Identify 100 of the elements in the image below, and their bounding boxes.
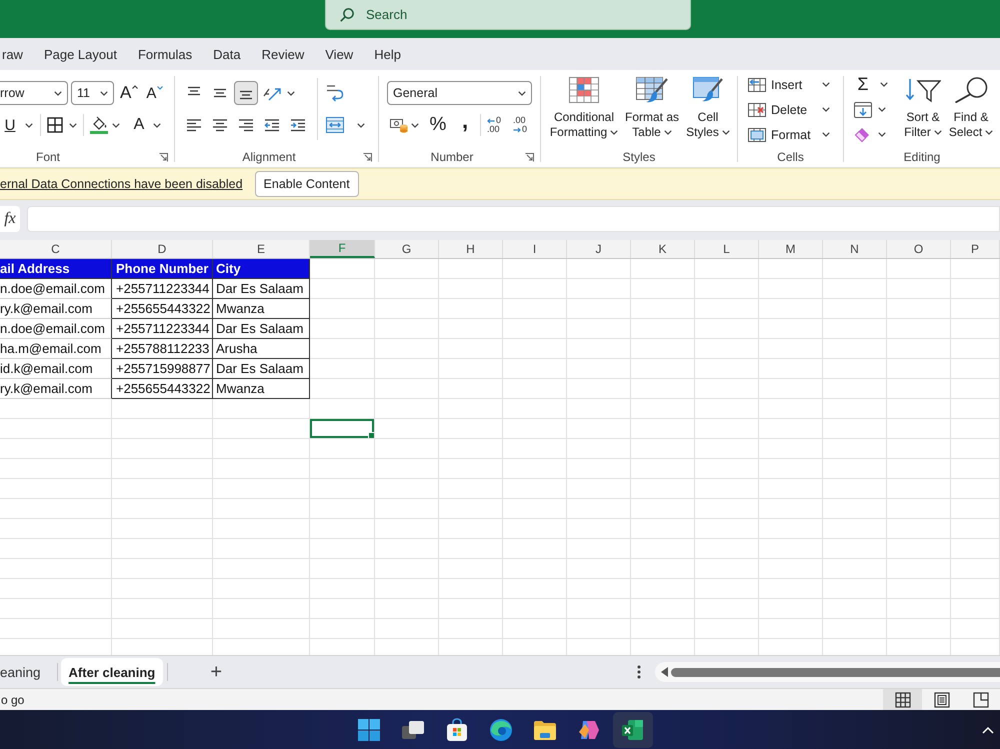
- decrease-decimal-button[interactable]: .00 0: [513, 113, 533, 137]
- cell-styles-button[interactable]: Cell Styles: [682, 70, 734, 140]
- menu-tab[interactable]: Page Layout: [44, 41, 117, 67]
- caret-icon[interactable]: [518, 90, 526, 96]
- sort-filter-button[interactable]: Sort & Filter: [900, 70, 946, 140]
- column-header[interactable]: C: [0, 240, 112, 258]
- caret-icon[interactable]: [25, 122, 33, 128]
- paint-bucket-icon[interactable]: [90, 116, 108, 134]
- enable-content-button[interactable]: Enable Content: [254, 171, 359, 197]
- function-button[interactable]: fx: [0, 206, 20, 232]
- caret-icon[interactable]: [610, 130, 618, 136]
- align-middle-icon: [212, 86, 228, 100]
- caret-icon[interactable]: [878, 132, 886, 137]
- comma-style-button[interactable]: ,: [459, 113, 471, 137]
- arrow-left-icon: [487, 118, 495, 124]
- column-header[interactable]: D: [112, 240, 213, 258]
- percent-button[interactable]: %: [429, 113, 447, 137]
- active-cell[interactable]: [310, 419, 375, 439]
- swirl-icon: [489, 718, 513, 742]
- column-header[interactable]: I: [503, 240, 567, 258]
- column-header[interactable]: O: [887, 240, 951, 258]
- increase-decimal-button[interactable]: 0 .00: [487, 113, 507, 137]
- find-select-button[interactable]: Find & Select: [946, 70, 996, 140]
- search-bar[interactable]: Search: [325, 0, 691, 30]
- caret-icon[interactable]: [411, 122, 419, 128]
- scrollbar-thumb[interactable]: [671, 668, 1000, 676]
- underline-button[interactable]: U: [2, 113, 18, 137]
- horizontal-scrollbar[interactable]: [655, 662, 1000, 682]
- dialog-launcher-icon[interactable]: [159, 152, 168, 162]
- menu-tab[interactable]: raw: [2, 41, 23, 67]
- menu-tab[interactable]: Data: [213, 41, 241, 67]
- vertical-dots-icon[interactable]: [637, 665, 641, 679]
- menu-tab[interactable]: View: [325, 41, 354, 67]
- dialog-launcher-icon[interactable]: [363, 152, 372, 162]
- sheet-tab[interactable]: After cleaning: [60, 658, 164, 686]
- format-cells-button[interactable]: Format: [738, 122, 830, 147]
- autosum-button[interactable]: Σ: [854, 72, 872, 96]
- message-link[interactable]: ernal Data Connections have been disabled: [0, 177, 243, 191]
- search-field[interactable]: Search: [366, 7, 566, 22]
- column-header[interactable]: F: [310, 240, 375, 258]
- font-color-button[interactable]: A: [132, 113, 146, 137]
- scroll-left-icon[interactable]: [661, 667, 668, 677]
- table-cell: Mwanza: [213, 379, 310, 399]
- caret-icon[interactable]: [934, 130, 942, 136]
- fill-handle[interactable]: [368, 432, 374, 438]
- conditional-formatting-button[interactable]: Conditional Formatting: [546, 70, 622, 140]
- menu-tab[interactable]: Review: [262, 41, 304, 67]
- caret-icon[interactable]: [112, 122, 120, 128]
- caret-icon[interactable]: [878, 107, 886, 112]
- column-header[interactable]: N: [823, 240, 887, 258]
- caret-icon[interactable]: [822, 107, 830, 112]
- caret-icon[interactable]: [664, 130, 672, 136]
- number-format-field[interactable]: General: [387, 81, 532, 105]
- caret-icon[interactable]: [822, 82, 830, 87]
- column-header[interactable]: L: [695, 240, 759, 258]
- insert-cells-button[interactable]: Insert: [738, 72, 830, 97]
- caret-icon[interactable]: [100, 90, 108, 96]
- column-header[interactable]: M: [759, 240, 823, 258]
- shrink-font-button[interactable]: A: [146, 81, 164, 105]
- caret-icon[interactable]: [722, 130, 730, 136]
- add-sheet-button[interactable]: +: [206, 659, 226, 685]
- grow-font-button[interactable]: A: [120, 81, 138, 105]
- delete-cells-button[interactable]: Delete: [738, 97, 830, 122]
- eraser-icon[interactable]: [854, 126, 870, 142]
- column-header[interactable]: H: [439, 240, 503, 258]
- taskbar-button[interactable]: [613, 712, 653, 748]
- styled-cell-brush-icon: [693, 77, 723, 103]
- formula-input[interactable]: [27, 206, 1000, 232]
- menu-tab[interactable]: Help: [374, 41, 401, 67]
- format-cells-icon: [748, 128, 766, 142]
- column-header[interactable]: K: [631, 240, 695, 258]
- align-right-icon: [238, 118, 254, 132]
- caret-icon[interactable]: [880, 82, 888, 87]
- format-as-table-button[interactable]: Format as Table: [622, 70, 682, 140]
- table-cell: Mwanza: [213, 299, 310, 319]
- fill-down-icon[interactable]: [854, 102, 872, 118]
- caret-icon[interactable]: [822, 132, 830, 137]
- caret-icon[interactable]: [985, 130, 994, 136]
- caret-icon[interactable]: [54, 90, 62, 96]
- group-label: Editing: [902, 150, 942, 164]
- dialog-launcher-icon[interactable]: [525, 152, 534, 162]
- column-header[interactable]: J: [567, 240, 631, 258]
- table-cell: Dar Es Salaam: [213, 279, 310, 299]
- chevron-up-icon[interactable]: [982, 726, 994, 734]
- decrease-indent-icon: [264, 118, 280, 132]
- caret-icon[interactable]: [153, 122, 161, 128]
- normal-view-button[interactable]: [883, 689, 922, 710]
- align-bottom-button[interactable]: [234, 81, 258, 105]
- borders-icon[interactable]: [47, 117, 63, 133]
- sheet-tab[interactable]: eaning: [0, 658, 57, 686]
- column-header[interactable]: P: [951, 240, 1000, 258]
- caret-icon[interactable]: [69, 122, 77, 128]
- font-size-field[interactable]: 11: [71, 81, 114, 105]
- font-name-field[interactable]: rrow: [0, 81, 68, 105]
- table-cell: +255711223344: [112, 279, 213, 299]
- column-header[interactable]: G: [375, 240, 439, 258]
- caret-icon[interactable]: [357, 122, 365, 128]
- status-text: o go: [0, 692, 24, 706]
- menu-tab[interactable]: Formulas: [138, 41, 192, 67]
- caret-icon[interactable]: [287, 90, 295, 96]
